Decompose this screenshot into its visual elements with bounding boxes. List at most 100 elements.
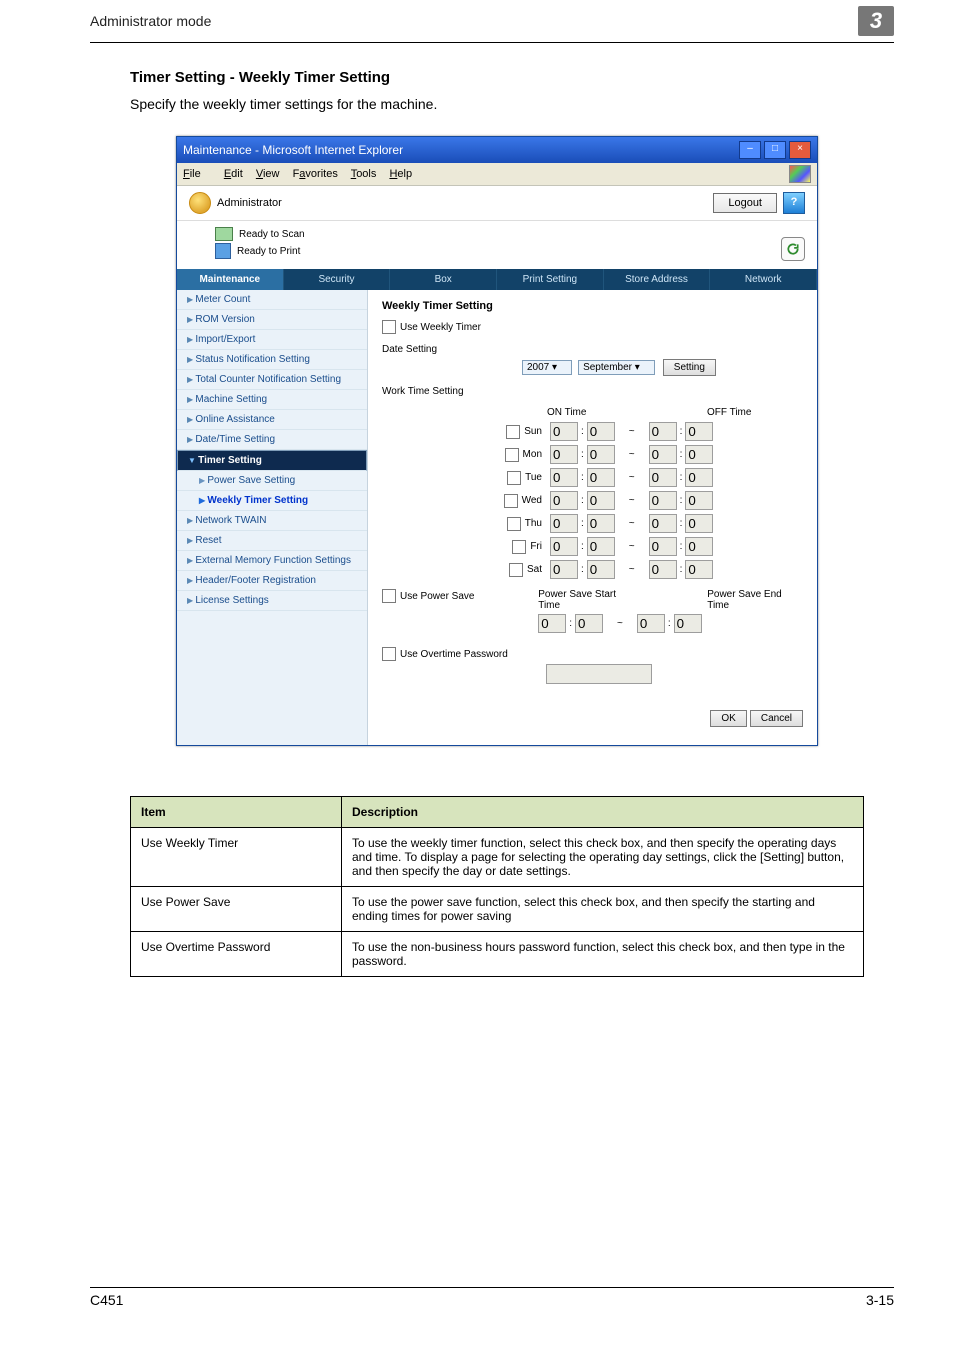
worktime-label: Work Time Setting — [382, 386, 522, 397]
sidebar-item-online-assistance[interactable]: Online Assistance — [177, 410, 367, 430]
date-setting-button[interactable]: Setting — [663, 359, 716, 376]
on-hour[interactable] — [550, 491, 578, 510]
tab-store-address[interactable]: Store Address — [604, 269, 711, 290]
menu-edit[interactable]: Edit — [224, 168, 243, 180]
on-min[interactable] — [587, 422, 615, 441]
off-min[interactable] — [685, 491, 713, 510]
date-setting-label: Date Setting — [382, 344, 522, 355]
sidebar-item-machine-setting[interactable]: Machine Setting — [177, 390, 367, 410]
day-label: Sun — [524, 426, 542, 437]
off-min[interactable] — [685, 560, 713, 579]
off-min[interactable] — [685, 422, 713, 441]
on-hour[interactable] — [550, 422, 578, 441]
month-select[interactable]: September ▾ — [578, 360, 655, 375]
help-button[interactable]: ? — [783, 192, 805, 214]
use-overtime-checkbox[interactable] — [382, 647, 396, 661]
ps-start-hour[interactable] — [538, 614, 566, 633]
user-role: Administrator — [217, 197, 282, 209]
off-hour[interactable] — [649, 491, 677, 510]
ps-start-min[interactable] — [575, 614, 603, 633]
sidebar-item-total-counter[interactable]: Total Counter Notification Setting — [177, 370, 367, 390]
table-row: Use Overtime Password To use the non-bus… — [131, 932, 864, 977]
tab-print-setting[interactable]: Print Setting — [497, 269, 604, 290]
sidebar-item-power-save[interactable]: Power Save Setting — [177, 471, 367, 491]
tab-box[interactable]: Box — [390, 269, 497, 290]
off-min[interactable] — [685, 468, 713, 487]
on-min[interactable] — [587, 537, 615, 556]
menu-view[interactable]: View — [256, 168, 280, 180]
off-hour[interactable] — [649, 514, 677, 533]
use-weekly-checkbox[interactable] — [382, 320, 396, 334]
off-hour[interactable] — [649, 422, 677, 441]
on-hour[interactable] — [550, 560, 578, 579]
on-min[interactable] — [587, 445, 615, 464]
sidebar-item-external-memory[interactable]: External Memory Function Settings — [177, 551, 367, 571]
off-min[interactable] — [685, 514, 713, 533]
sidebar-item-network-twain[interactable]: Network TWAIN — [177, 511, 367, 531]
sidebar-item-import-export[interactable]: Import/Export — [177, 330, 367, 350]
cancel-button[interactable]: Cancel — [750, 710, 803, 727]
ps-end-label: Power Save End Time — [707, 589, 803, 611]
footer-model: C451 — [90, 1292, 123, 1308]
sidebar-item-reset[interactable]: Reset — [177, 531, 367, 551]
day-checkbox-tue[interactable] — [507, 471, 521, 485]
off-hour[interactable] — [649, 468, 677, 487]
sidebar-item-status-notification[interactable]: Status Notification Setting — [177, 350, 367, 370]
off-hour[interactable] — [649, 560, 677, 579]
day-checkbox-fri[interactable] — [512, 540, 526, 554]
on-min[interactable] — [587, 560, 615, 579]
sidebar-item-date-time[interactable]: Date/Time Setting — [177, 430, 367, 450]
sidebar-item-header-footer[interactable]: Header/Footer Registration — [177, 571, 367, 591]
window-titlebar[interactable]: Maintenance - Microsoft Internet Explore… — [177, 137, 817, 163]
scan-status-icon — [215, 227, 233, 241]
year-select[interactable]: 2007 ▾ — [522, 360, 572, 375]
day-checkbox-sat[interactable] — [509, 563, 523, 577]
sidebar-item-weekly-timer[interactable]: Weekly Timer Setting — [177, 491, 367, 511]
menu-file[interactable]: File — [183, 168, 211, 180]
logout-button[interactable]: Logout — [713, 193, 777, 213]
off-min[interactable] — [685, 537, 713, 556]
menu-help[interactable]: Help — [389, 168, 412, 180]
close-button[interactable]: × — [789, 141, 811, 159]
day-checkbox-mon[interactable] — [505, 448, 519, 462]
on-hour[interactable] — [550, 537, 578, 556]
day-label: Sat — [527, 564, 542, 575]
off-hour[interactable] — [649, 537, 677, 556]
on-hour[interactable] — [550, 445, 578, 464]
tab-network[interactable]: Network — [710, 269, 817, 290]
cell-desc: To use the non-business hours password f… — [342, 932, 864, 977]
sidebar-item-timer-setting[interactable]: Timer Setting — [177, 450, 367, 471]
ps-end-min[interactable] — [674, 614, 702, 633]
use-power-save-checkbox[interactable] — [382, 589, 396, 603]
page-header-title: Administrator mode — [90, 13, 211, 29]
menu-tools[interactable]: Tools — [351, 168, 377, 180]
day-row-tue: Tue:~: — [382, 468, 803, 487]
minimize-button[interactable]: – — [739, 141, 761, 159]
maximize-button[interactable]: □ — [764, 141, 786, 159]
sidebar-item-rom-version[interactable]: ROM Version — [177, 310, 367, 330]
sidebar-item-license[interactable]: License Settings — [177, 591, 367, 611]
on-time-header: ON Time — [547, 407, 677, 418]
ps-end-hour[interactable] — [637, 614, 665, 633]
on-hour[interactable] — [550, 468, 578, 487]
day-checkbox-sun[interactable] — [506, 425, 520, 439]
on-min[interactable] — [587, 491, 615, 510]
day-checkbox-thu[interactable] — [507, 517, 521, 531]
menu-favorites[interactable]: Favorites — [293, 168, 338, 180]
day-label: Mon — [523, 449, 542, 460]
off-hour[interactable] — [649, 445, 677, 464]
off-min[interactable] — [685, 445, 713, 464]
print-status: Ready to Print — [237, 246, 300, 257]
on-min[interactable] — [587, 514, 615, 533]
day-label: Tue — [525, 472, 542, 483]
window-title: Maintenance - Microsoft Internet Explore… — [183, 143, 403, 157]
day-checkbox-wed[interactable] — [504, 494, 518, 508]
tab-maintenance[interactable]: Maintenance — [177, 269, 284, 290]
overtime-password-input[interactable] — [546, 664, 652, 684]
on-min[interactable] — [587, 468, 615, 487]
tab-security[interactable]: Security — [284, 269, 391, 290]
refresh-button[interactable] — [781, 237, 805, 261]
ok-button[interactable]: OK — [710, 710, 746, 727]
sidebar-item-meter-count[interactable]: Meter Count — [177, 290, 367, 310]
on-hour[interactable] — [550, 514, 578, 533]
